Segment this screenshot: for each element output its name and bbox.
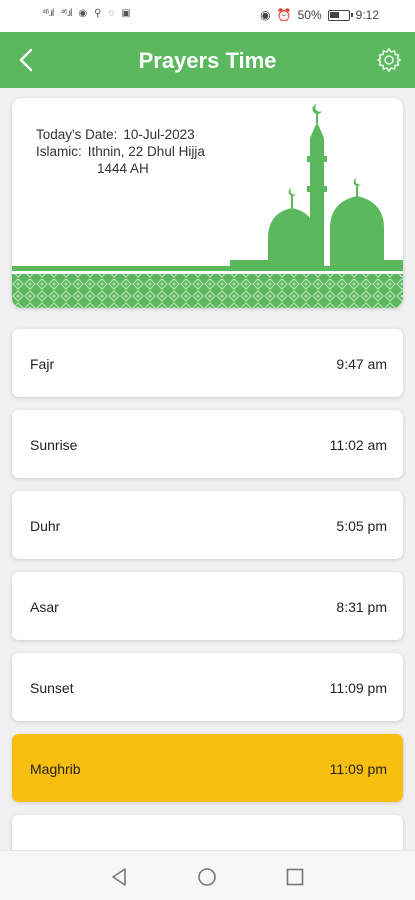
prayer-row-duhr[interactable]: Duhr 5:05 pm xyxy=(12,491,403,559)
whatsapp-icon: ◌ xyxy=(108,8,115,19)
eye-icon: ◉ xyxy=(260,8,271,22)
status-bar: ⁴⁶.ıl ⁴⁶.ıl ◉ ⚲ ◌ ▣ ◉ ⏰ 50% 9:12 xyxy=(0,0,415,32)
app-notification-icon: ▣ xyxy=(121,8,131,19)
prayer-row-partial[interactable] xyxy=(12,815,403,855)
date-card: Today's Date: 10-Jul-2023 Islamic: Ithni… xyxy=(12,98,403,308)
islamic-date-value: Ithnin, 22 Dhul Hijja xyxy=(87,144,205,159)
prayer-name: Sunrise xyxy=(30,437,78,453)
prayer-time: 5:05 pm xyxy=(336,518,387,534)
triangle-back-icon[interactable] xyxy=(108,866,130,888)
prayer-name: Duhr xyxy=(30,518,61,534)
prayer-time: 11:09 pm xyxy=(329,680,387,696)
prayer-name: Sunset xyxy=(30,680,74,696)
gear-icon xyxy=(376,47,402,73)
prayer-name: Fajr xyxy=(30,356,55,372)
signal-icon: ⁴⁶.ıl xyxy=(60,8,72,19)
prayer-time: 8:31 pm xyxy=(336,599,387,615)
prayer-time: 9:47 am xyxy=(336,356,387,372)
square-recents-icon[interactable] xyxy=(284,866,306,888)
islamic-year-value: 1444 AH xyxy=(97,161,149,176)
prayer-time: 11:02 am xyxy=(329,437,387,453)
date-info: Today's Date: 10-Jul-2023 Islamic: Ithni… xyxy=(36,126,205,177)
prayer-row-sunset[interactable]: Sunset 11:09 pm xyxy=(12,653,403,721)
alarm-icon: ⏰ xyxy=(276,8,292,22)
system-nav-bar xyxy=(0,850,415,900)
prayer-time: 11:09 pm xyxy=(329,761,387,777)
settings-button[interactable] xyxy=(371,42,407,78)
circle-home-icon[interactable] xyxy=(196,866,218,888)
prayer-row-fajr[interactable]: Fajr 9:47 am xyxy=(12,329,403,397)
prayer-row-maghrib[interactable]: Maghrib 11:09 pm xyxy=(12,734,403,802)
page-title: Prayers Time xyxy=(138,48,277,73)
prayer-row-sunrise[interactable]: Sunrise 11:02 am xyxy=(12,410,403,478)
clock-time: 9:12 xyxy=(355,8,379,22)
battery-percent: 50% xyxy=(297,8,322,22)
today-date-value: 10-Jul-2023 xyxy=(123,127,195,142)
prayer-name: Maghrib xyxy=(30,761,81,777)
prayer-row-asar[interactable]: Asar 8:31 pm xyxy=(12,572,403,640)
today-date-label: Today's Date: xyxy=(36,127,118,142)
islamic-date-label: Islamic: xyxy=(36,144,82,159)
wifi-icon: ◉ xyxy=(78,8,88,19)
app-bar: Prayers Time xyxy=(0,32,415,88)
prayer-name: Asar xyxy=(30,599,59,615)
usb-icon: ⚲ xyxy=(94,8,102,19)
status-left-icons: ⁴⁶.ıl ⁴⁶.ıl ◉ ⚲ ◌ ▣ xyxy=(42,8,131,19)
signal-icon: ⁴⁶.ıl xyxy=(42,8,54,19)
battery-icon xyxy=(327,9,353,21)
status-right-icons: ◉ ⏰ 50% 9:12 xyxy=(260,8,379,22)
